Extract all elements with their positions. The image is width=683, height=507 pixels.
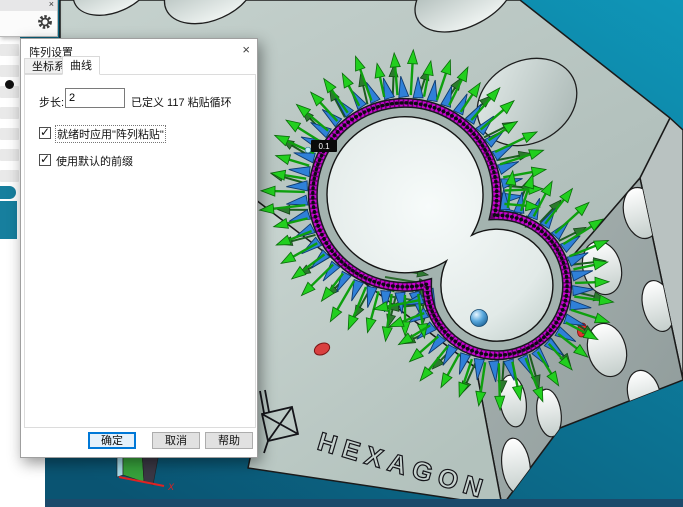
panel-row[interactable]: [0, 65, 19, 77]
help-button[interactable]: 帮助: [205, 432, 253, 449]
mini-toolbar-titlebar: ×: [0, 0, 57, 11]
panel-row[interactable]: [0, 170, 19, 182]
docked-panel-strip: [0, 36, 20, 458]
step-length-input[interactable]: [65, 88, 125, 108]
panel-row[interactable]: [0, 149, 19, 161]
navy-bar: [45, 499, 683, 507]
probe-sphere: [471, 310, 488, 327]
defined-count-text: 已定义 117 粘贴循环: [131, 94, 232, 110]
step-length-label: 步长:: [39, 94, 64, 110]
apply-array-paste-label: 就绪时应用"阵列粘贴": [56, 126, 165, 142]
mini-toolbar: ×: [0, 0, 58, 37]
measure-point-dot: [305, 147, 311, 153]
use-default-prefix-label: 使用默认的前缀: [56, 153, 133, 169]
gear-icon[interactable]: [36, 13, 54, 31]
teal-accent-pill: [0, 186, 16, 199]
ok-button[interactable]: 确定: [88, 432, 136, 449]
bullet-icon: [5, 80, 14, 89]
close-icon[interactable]: ×: [49, 0, 54, 10]
panel-row[interactable]: [0, 107, 19, 119]
axis-x-label: X: [167, 482, 175, 492]
apply-array-paste-checkbox[interactable]: [39, 127, 51, 139]
panel-row[interactable]: [0, 44, 19, 56]
cancel-button[interactable]: 取消: [152, 432, 200, 449]
array-settings-dialog: 阵列设置 × 坐标系 曲线 步长: 已定义 117 粘贴循环 就绪时应用"阵列粘…: [20, 38, 258, 458]
tab-curve[interactable]: 曲线: [62, 56, 100, 75]
teal-accent-block: [0, 201, 17, 239]
application-window: HEXAGON 0.1: [0, 0, 683, 507]
svg-text:0.1: 0.1: [318, 142, 330, 151]
use-default-prefix-checkbox[interactable]: [39, 154, 51, 166]
docked-panel-bottom: [0, 458, 45, 507]
panel-row[interactable]: [0, 128, 19, 140]
close-icon[interactable]: ×: [242, 42, 250, 57]
